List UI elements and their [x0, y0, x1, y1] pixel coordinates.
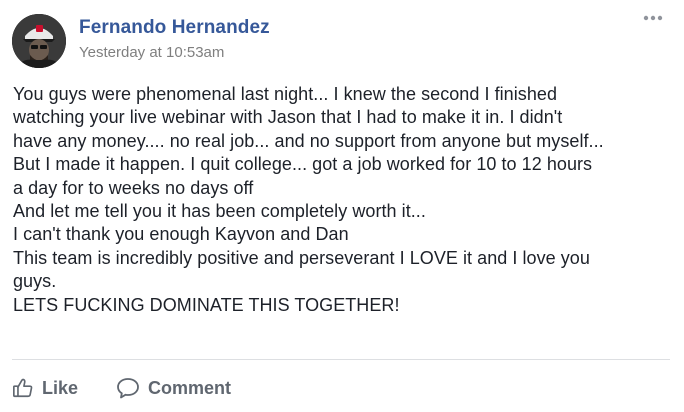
post-body-line: I can't thank you enough Kayvon and Dan — [13, 224, 349, 245]
post-body-line: LETS FUCKING DOMINATE THIS TOGETHER! — [13, 294, 400, 315]
avatar-image — [12, 14, 66, 68]
author-name[interactable]: Fernando Hernandez — [79, 17, 270, 39]
post-body: You guys were phenomenal last night... I… — [13, 83, 673, 317]
thumbs-up-icon — [12, 377, 34, 399]
like-button[interactable]: Like — [12, 377, 78, 399]
post-body-line: guys. — [13, 271, 57, 292]
speech-bubble-icon — [116, 377, 140, 399]
comment-label: Comment — [148, 377, 232, 398]
avatar[interactable] — [12, 14, 66, 68]
post-body-line: watching your live webinar with Jason th… — [13, 107, 563, 128]
facebook-post: Fernando Hernandez Yesterday at 10:53am … — [0, 0, 684, 412]
post-body-line: This team is incredibly positive and per… — [13, 247, 590, 268]
like-label: Like — [42, 377, 79, 398]
comment-button[interactable]: Comment — [116, 377, 231, 399]
post-body-line: a day for to weeks no days off — [13, 177, 254, 198]
more-options-dots — [643, 15, 663, 21]
actions-divider — [12, 359, 670, 360]
post-body-line: And let me tell you it has been complete… — [13, 201, 426, 222]
post-timestamp[interactable]: Yesterday at 10:53am — [79, 44, 224, 61]
more-options-icon[interactable] — [640, 10, 666, 26]
post-body-line: But I made it happen. I quit college... … — [13, 154, 593, 175]
post-body-line: You guys were phenomenal last night... I… — [13, 84, 558, 104]
post-actions: Like Comment — [12, 370, 231, 406]
post-body-line: have any money.... no real job... and no… — [13, 130, 604, 151]
